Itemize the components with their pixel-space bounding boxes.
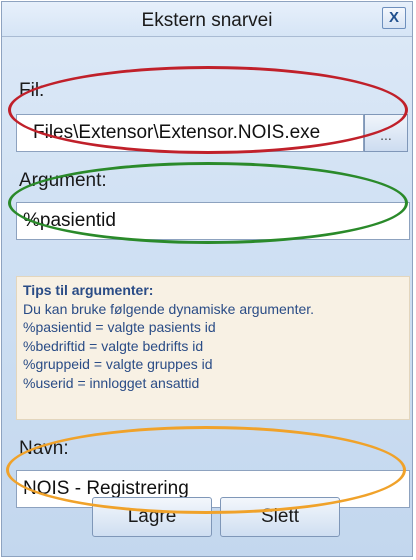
delete-button[interactable]: Slett: [220, 497, 340, 537]
tips-line: %gruppeid = valgte gruppes id: [23, 356, 213, 372]
name-input[interactable]: NOIS - Registrering: [16, 470, 410, 508]
tips-title: Tips til argumenter:: [23, 282, 154, 298]
dialog-title: Ekstern snarvei: [141, 10, 273, 31]
file-path-input[interactable]: Files\Extensor\Extensor.NOIS.exe: [16, 114, 364, 152]
tips-line: %pasientid = valgte pasients id: [23, 319, 216, 335]
tips-line: %userid = innlogget ansattid: [23, 374, 200, 391]
close-button[interactable]: X: [382, 7, 406, 29]
browse-button[interactable]: ...: [364, 114, 408, 152]
file-label: Fil:: [19, 80, 45, 101]
name-label: Navn:: [19, 438, 69, 459]
argument-input[interactable]: %pasientid: [16, 202, 410, 240]
tips-line: Du kan bruke følgende dynamiske argument…: [23, 300, 315, 317]
argument-label: Argument:: [19, 170, 107, 191]
title-bar: Ekstern snarvei X: [2, 2, 412, 37]
save-button[interactable]: Lagre: [92, 497, 212, 537]
argument-tips-panel: Tips til argumenter: Du kan bruke følgen…: [16, 276, 410, 420]
tips-line: %bedriftid = valgte bedrifts id: [23, 337, 204, 354]
